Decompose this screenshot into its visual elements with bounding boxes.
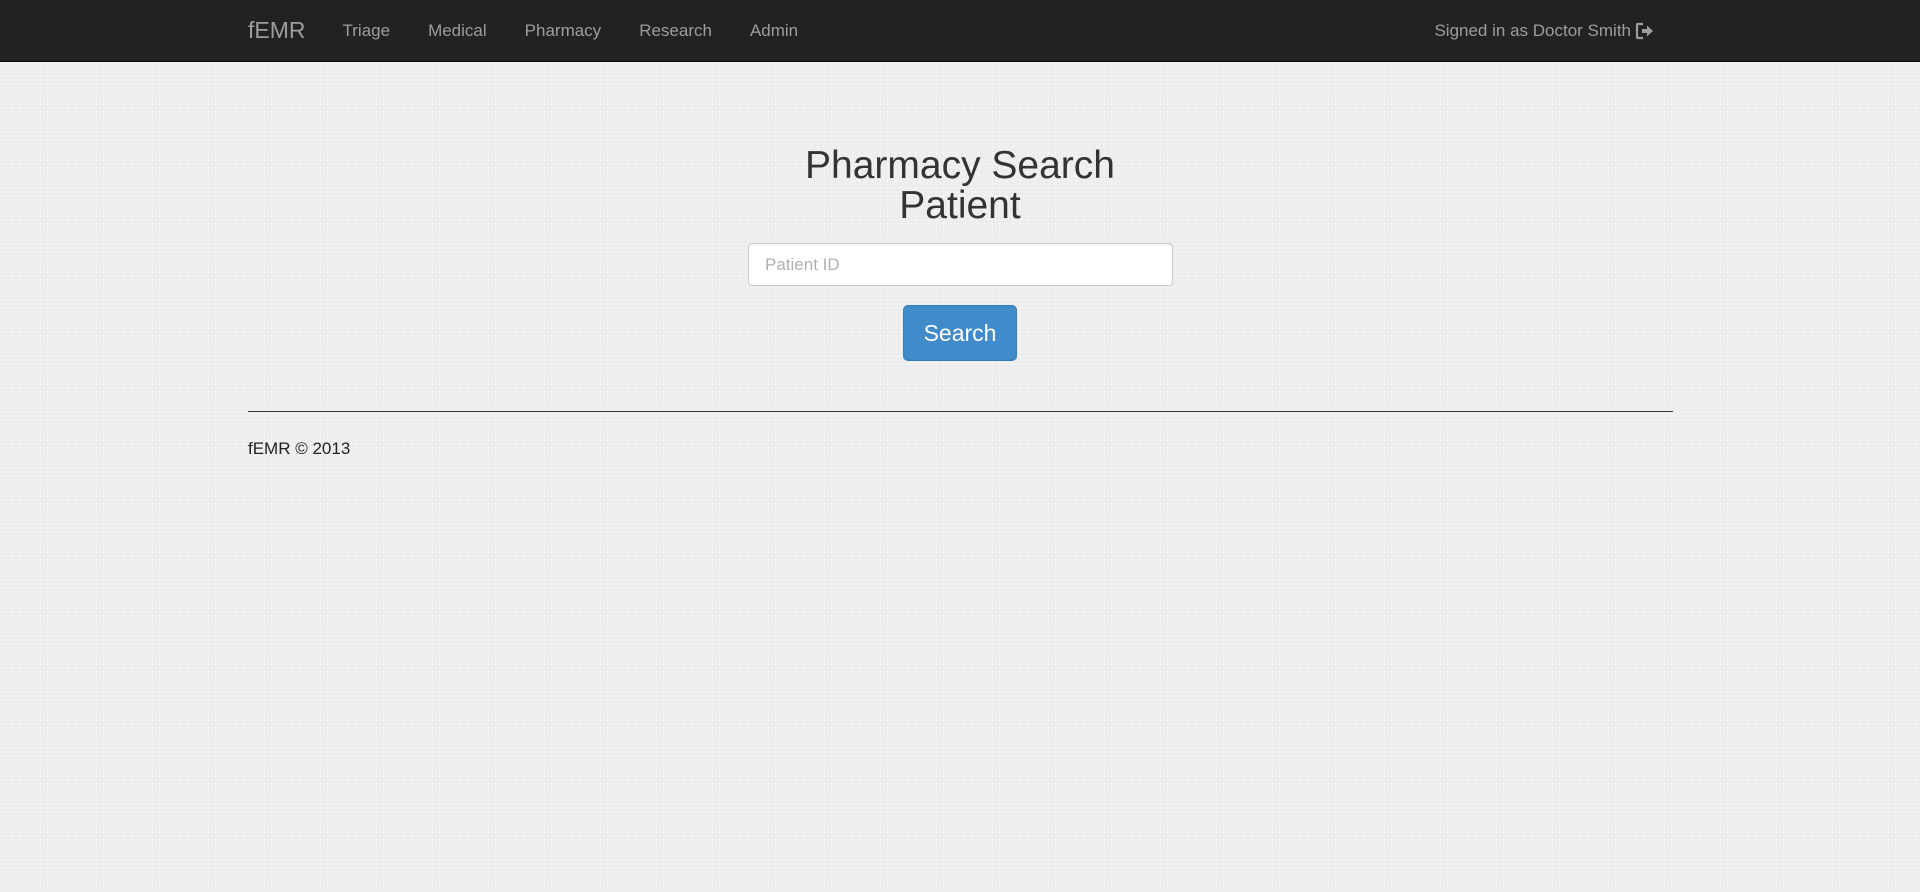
page-title-line1: Pharmacy Search — [805, 144, 1115, 187]
nav-item-pharmacy[interactable]: Pharmacy — [506, 21, 621, 41]
footer-divider — [248, 411, 1673, 412]
nav-item-research[interactable]: Research — [620, 21, 731, 41]
page-title: Pharmacy Search Patient — [0, 146, 1920, 226]
search-button[interactable]: Search — [903, 305, 1017, 361]
footer-copyright: fEMR © 2013 — [248, 439, 351, 458]
brand-link[interactable]: fEMR — [248, 17, 306, 44]
nav-item-triage[interactable]: Triage — [324, 21, 410, 41]
signed-in-user-text: Signed in as Doctor Smith — [1434, 20, 1631, 40]
top-navbar: fEMR Triage Medical Pharmacy Research Ad… — [0, 0, 1920, 62]
sign-out-icon — [1635, 22, 1655, 40]
navbar-container: fEMR Triage Medical Pharmacy Research Ad… — [248, 0, 1672, 61]
signout-link[interactable]: Signed in as Doctor Smith — [1434, 21, 1672, 41]
nav-item-medical[interactable]: Medical — [409, 21, 506, 41]
patient-id-input[interactable] — [748, 243, 1173, 286]
nav-menu: Triage Medical Pharmacy Research Admin — [324, 21, 818, 41]
nav-item-admin[interactable]: Admin — [731, 21, 817, 41]
page-title-line2: Patient — [899, 184, 1021, 227]
